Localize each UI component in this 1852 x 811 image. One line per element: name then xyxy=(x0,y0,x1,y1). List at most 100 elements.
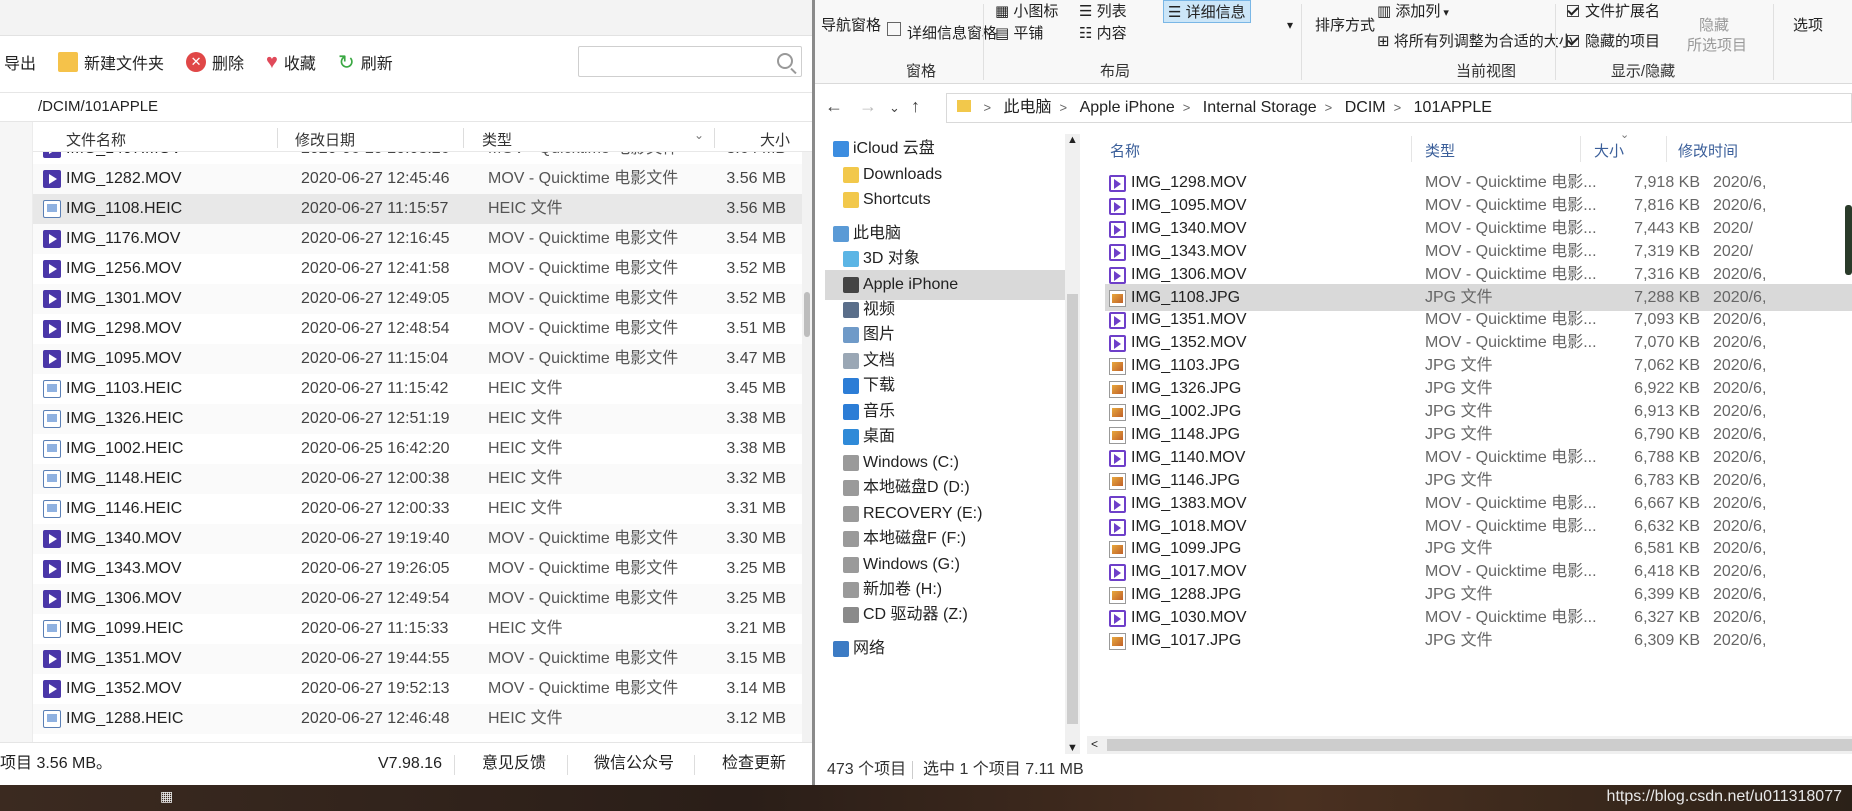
grid-icon[interactable]: ▦ xyxy=(160,788,173,805)
table-row[interactable]: IMG_1298.MOV 2020-06-27 12:48:54 MOV - Qui… xyxy=(33,314,802,344)
file-name: IMG_1176.MOV xyxy=(66,230,181,247)
chevron-right-icon[interactable]: > xyxy=(1060,100,1068,115)
table-row[interactable]: IMG_1002.HEIC 2020-06-25 16:42:20 HEIC 文件 3… xyxy=(33,434,802,464)
table-row[interactable]: IMG_1326.HEIC 2020-06-27 12:51:19 HEIC 文件 3… xyxy=(33,404,802,434)
scroll-left-icon[interactable]: < xyxy=(1091,737,1098,751)
list-option[interactable]: ☰ 列表 xyxy=(1079,0,1127,21)
forward-arrow-icon[interactable]: → xyxy=(859,96,877,117)
file-row[interactable]: IMG_1017.JPG JPG 文件 6,309 KB 2020/6, xyxy=(1105,627,1852,654)
image-file-icon xyxy=(1109,472,1126,490)
file-extensions-label: 文件扩展名 xyxy=(1585,3,1661,20)
address-bar[interactable]: > 此电脑 > Apple iPhone > Internal Storage > D… xyxy=(946,93,1852,123)
content-option[interactable]: ☷ 内容 xyxy=(1079,22,1127,43)
group-panes-label: 窗格 xyxy=(905,63,936,80)
options-button[interactable]: 选项 xyxy=(1793,14,1823,35)
column-size-header[interactable]: 大小 xyxy=(1594,140,1624,161)
breadcrumb-item[interactable]: 101APPLE xyxy=(1414,99,1492,116)
image-file-icon xyxy=(1109,289,1126,307)
column-divider[interactable] xyxy=(277,128,278,148)
breadcrumb-item[interactable]: Apple iPhone xyxy=(1080,99,1175,116)
breadcrumb-item[interactable]: DCIM xyxy=(1345,99,1386,116)
column-name-header[interactable]: 文件名称 xyxy=(66,129,126,150)
table-row[interactable]: IMG_1351.MOV 2020-06-27 19:44:55 MOV - Qui… xyxy=(33,644,802,674)
table-row[interactable]: IMG_1256.MOV 2020-06-27 12:41:58 MOV - Qui… xyxy=(33,254,802,284)
size-columns-button[interactable]: ⊞ 将所有列调整为合适的大小 xyxy=(1377,30,1574,51)
column-divider[interactable] xyxy=(1666,136,1667,162)
table-row[interactable]: IMG_1099.HEIC 2020-06-27 11:15:33 HEIC 文件 3… xyxy=(33,614,802,644)
table-row[interactable]: IMG_1146.HEIC 2020-06-27 12:00:33 HEIC 文件 3… xyxy=(33,494,802,524)
new-folder-button[interactable]: 新建文件夹 xyxy=(58,50,164,74)
breadcrumb-item[interactable]: 此电脑 xyxy=(1004,99,1052,116)
file-type: MOV - Quicktime 电影文件 xyxy=(488,230,679,247)
details-option[interactable]: ☰ 详细信息 xyxy=(1163,0,1251,23)
chevron-right-icon[interactable]: > xyxy=(1183,100,1191,115)
column-name-header[interactable]: 名称 xyxy=(1110,140,1140,161)
chevron-right-icon[interactable]: > xyxy=(983,100,991,115)
check-update-link[interactable]: 检查更新 xyxy=(722,743,786,785)
file-type: HEIC 文件 xyxy=(488,410,563,427)
small-icons-icon: ▦ xyxy=(995,3,1014,20)
recent-dropdown-icon[interactable]: ⌄ xyxy=(889,100,900,116)
table-row[interactable]: IMG_1306.MOV 2020-06-27 12:49:54 MOV - Qui… xyxy=(33,584,802,614)
table-row[interactable]: IMG_1282.MOV 2020-06-27 12:45:46 MOV - Qui… xyxy=(33,164,802,194)
table-row[interactable]: IMG_1148.HEIC 2020-06-27 12:00:38 HEIC 文件 3… xyxy=(33,464,802,494)
delete-button[interactable]: ✕ 删除 xyxy=(186,50,244,74)
table-row[interactable]: IMG_1301.MOV 2020-06-27 12:49:05 MOV - Qui… xyxy=(33,284,802,314)
scroll-down-icon[interactable]: ▼ xyxy=(1067,742,1078,754)
left-scrollbar[interactable] xyxy=(802,152,812,742)
video-file-icon xyxy=(1109,175,1126,192)
table-row[interactable]: IMG_1108.HEIC 2020-06-27 11:15:57 HEIC 文件 3… xyxy=(33,194,802,224)
add-column-button[interactable]: ▥ 添加列 ▾ xyxy=(1377,0,1449,21)
video-file-icon xyxy=(1109,610,1126,628)
export-button[interactable]: 导出 xyxy=(4,50,36,74)
nav-pane-button[interactable]: 导航窗格 xyxy=(821,14,881,35)
column-divider[interactable] xyxy=(1580,136,1581,162)
search-icon[interactable] xyxy=(777,53,793,69)
column-divider[interactable] xyxy=(714,128,715,148)
chevron-down-icon[interactable]: ⌄ xyxy=(694,128,704,142)
scroll-up-icon[interactable]: ▲ xyxy=(1067,134,1078,146)
file-size: 3.21 MB xyxy=(726,620,786,637)
back-arrow-icon[interactable]: ← xyxy=(825,96,843,117)
column-type-header[interactable]: 类型 xyxy=(482,129,512,150)
status-divider xyxy=(694,755,695,775)
file-type: MOV - Quicktime 电影文件 xyxy=(488,560,679,577)
hide-button[interactable]: 隐藏 xyxy=(1699,14,1729,35)
up-arrow-icon[interactable]: ↑ xyxy=(911,96,920,117)
breadcrumb-item[interactable]: Internal Storage xyxy=(1203,99,1317,116)
table-row[interactable]: IMG_1340.MOV 2020-06-27 19:19:40 MOV - Qui… xyxy=(33,524,802,554)
refresh-button[interactable]: ↻ 刷新 xyxy=(338,50,393,75)
table-row[interactable]: IMG_1288.HEIC 2020-06-27 12:46:48 HEIC 文件 3… xyxy=(33,704,802,734)
file-list-hscrollbar[interactable]: < xyxy=(1087,736,1852,754)
small-icons-option[interactable]: ▦ 小图标 xyxy=(995,0,1058,21)
table-row[interactable]: IMG_1176.MOV 2020-06-27 12:16:45 MOV - Qui… xyxy=(33,224,802,254)
column-modified-header[interactable]: 修改时间 xyxy=(1678,140,1738,161)
column-date-header[interactable]: 修改日期 xyxy=(295,129,355,150)
table-row[interactable]: IMG_1407.MOV 2020-06-29 20:03:26 MOV - Qui… xyxy=(33,152,802,164)
column-divider[interactable] xyxy=(1411,136,1412,162)
tiles-option[interactable]: ▤ 平铺 xyxy=(995,22,1043,43)
table-row[interactable]: IMG_1352.MOV 2020-06-27 19:52:13 MOV - Qui… xyxy=(33,674,802,704)
chevron-right-icon[interactable]: > xyxy=(1394,100,1402,115)
scroll-thumb[interactable] xyxy=(1107,739,1852,751)
table-row[interactable]: IMG_1095.MOV 2020-06-27 11:15:04 MOV - Qui… xyxy=(33,344,802,374)
file-date: 2020-06-27 12:49:54 xyxy=(301,590,450,607)
file-type: JPG 文件 xyxy=(1425,632,1493,649)
column-divider[interactable] xyxy=(463,128,464,148)
chevron-right-icon[interactable]: > xyxy=(1325,100,1333,115)
favorite-button[interactable]: ♥ 收藏 xyxy=(266,50,316,74)
file-type: HEIC 文件 xyxy=(488,200,563,217)
search-input[interactable] xyxy=(578,46,802,77)
file-extensions-checkbox[interactable]: 文件扩展名 xyxy=(1567,0,1660,21)
left-column-header: 文件名称 修改日期 类型 ⌄ 大小 xyxy=(33,126,812,152)
column-size-header[interactable]: 大小 xyxy=(760,129,790,150)
scroll-thumb[interactable] xyxy=(804,292,810,337)
hidden-items-checkbox[interactable]: 隐藏的项目 xyxy=(1567,30,1660,51)
table-row[interactable]: IMG_1103.HEIC 2020-06-27 11:15:42 HEIC 文件 3… xyxy=(33,374,802,404)
layout-expand-icon[interactable]: ▾ xyxy=(1287,18,1293,32)
table-row[interactable]: IMG_1343.MOV 2020-06-27 19:26:05 MOV - Qui… xyxy=(33,554,802,584)
column-type-header[interactable]: 类型 xyxy=(1425,140,1455,161)
sort-by-button[interactable]: 排序方式 xyxy=(1315,14,1375,35)
feedback-link[interactable]: 意见反馈 xyxy=(482,743,546,785)
wechat-link[interactable]: 微信公众号 xyxy=(594,743,674,785)
